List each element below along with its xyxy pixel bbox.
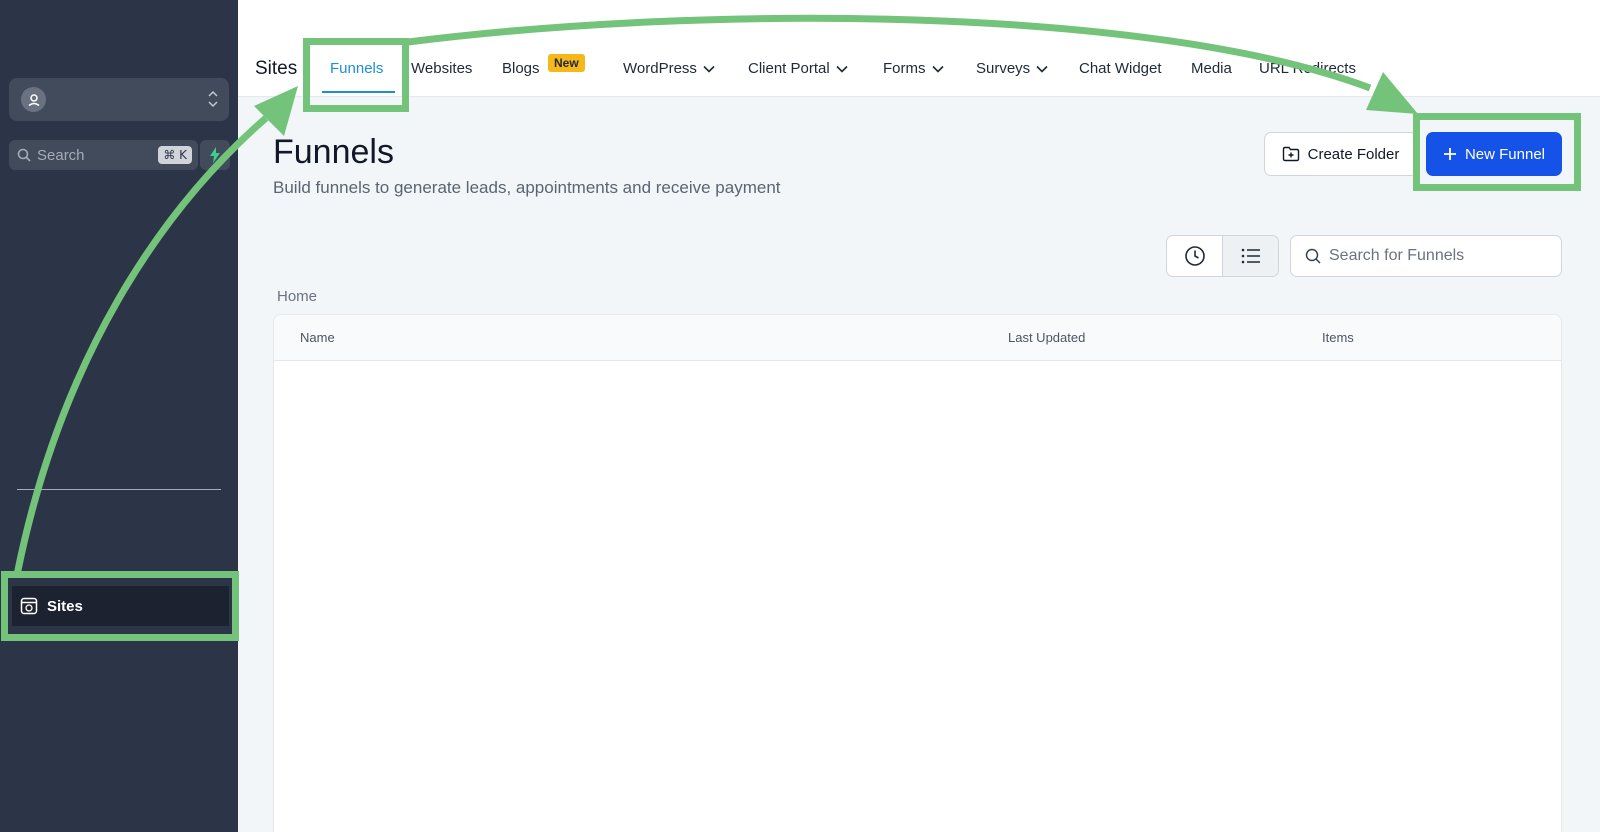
arrow-head [1366, 72, 1418, 114]
arrow-funnels-to-new-funnel [407, 14, 1372, 92]
arrow-sites-to-funnels [13, 115, 269, 576]
annotation-arrows [13, 14, 1418, 576]
arrow-head [254, 86, 298, 136]
